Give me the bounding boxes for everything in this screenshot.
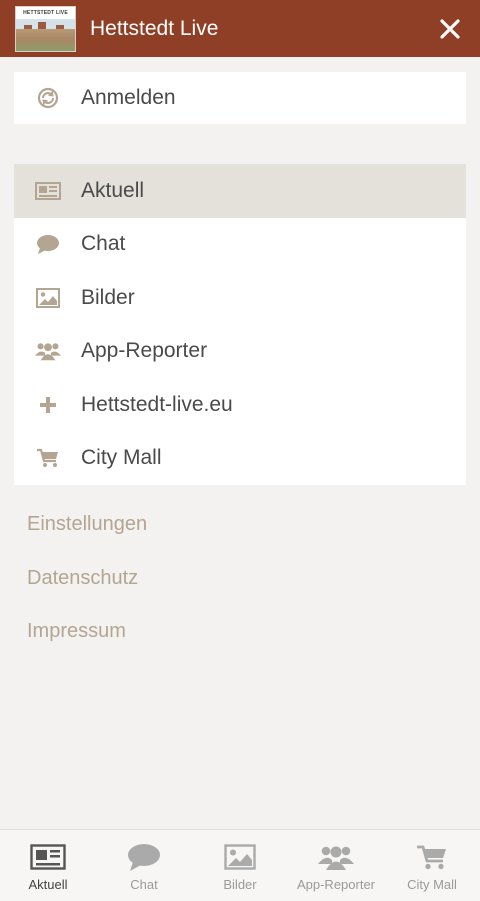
settings-link[interactable]: Einstellungen (27, 513, 147, 536)
tab-label: City Mall (407, 877, 457, 892)
logo-text: HETTSTEDT LIVE (23, 9, 68, 16)
chat-bubble-icon (127, 842, 161, 872)
cart-icon (416, 842, 448, 872)
image-icon (35, 286, 61, 310)
users-icon (35, 339, 61, 363)
sidebar-item-label: Bilder (81, 285, 135, 309)
newspaper-icon (30, 842, 66, 872)
tab-bilder[interactable]: Bilder (192, 830, 288, 901)
chat-bubble-icon (35, 232, 61, 256)
imprint-link[interactable]: Impressum (27, 620, 126, 643)
tab-label: Aktuell (28, 877, 68, 892)
sidebar-item-aktuell[interactable]: Aktuell (14, 164, 466, 218)
close-button[interactable] (430, 9, 470, 49)
login-label: Anmelden (81, 86, 176, 109)
sidebar-item-city-mall[interactable]: City Mall (14, 432, 466, 486)
sidebar-item-label: Hettstedt-live.eu (81, 392, 233, 416)
tab-label: Chat (130, 877, 158, 892)
sidebar-item-label: Aktuell (81, 178, 145, 202)
image-icon (224, 842, 256, 872)
tab-app-reporter[interactable]: App-Reporter (288, 830, 384, 901)
sidebar-item-label: Chat (81, 232, 126, 256)
app-title: Hettstedt Live (90, 16, 219, 40)
login-card: Anmelden (14, 72, 466, 124)
login-button[interactable]: Anmelden (14, 72, 466, 124)
sidebar-item-label: App-Reporter (81, 339, 208, 363)
tab-city-mall[interactable]: City Mall (384, 830, 480, 901)
refresh-icon (35, 86, 61, 110)
tab-aktuell[interactable]: Aktuell (0, 830, 96, 901)
sidebar-item-label: City Mall (81, 446, 162, 470)
tab-chat[interactable]: Chat (96, 830, 192, 901)
cart-icon (35, 446, 61, 470)
privacy-link[interactable]: Datenschutz (27, 567, 138, 590)
nav-menu: Aktuell Chat Bilder App-Reporter Hettste… (14, 164, 466, 485)
app-header: HETTSTEDT LIVE Hettstedt Live (0, 0, 480, 57)
tab-label: App-Reporter (296, 877, 376, 892)
sidebar-item-hettstedt-live-eu[interactable]: Hettstedt-live.eu (14, 378, 466, 432)
sidebar-item-app-reporter[interactable]: App-Reporter (14, 325, 466, 379)
sidebar-item-chat[interactable]: Chat (14, 218, 466, 272)
close-icon (440, 18, 460, 39)
plus-icon (35, 393, 61, 417)
users-icon (318, 842, 354, 872)
bottom-tab-bar: Aktuell Chat Bilder App-Reporter City Ma… (0, 829, 480, 901)
app-logo: HETTSTEDT LIVE (15, 5, 76, 52)
newspaper-icon (35, 179, 61, 203)
sidebar-item-bilder[interactable]: Bilder (14, 271, 466, 325)
tab-label: Bilder (223, 877, 257, 892)
